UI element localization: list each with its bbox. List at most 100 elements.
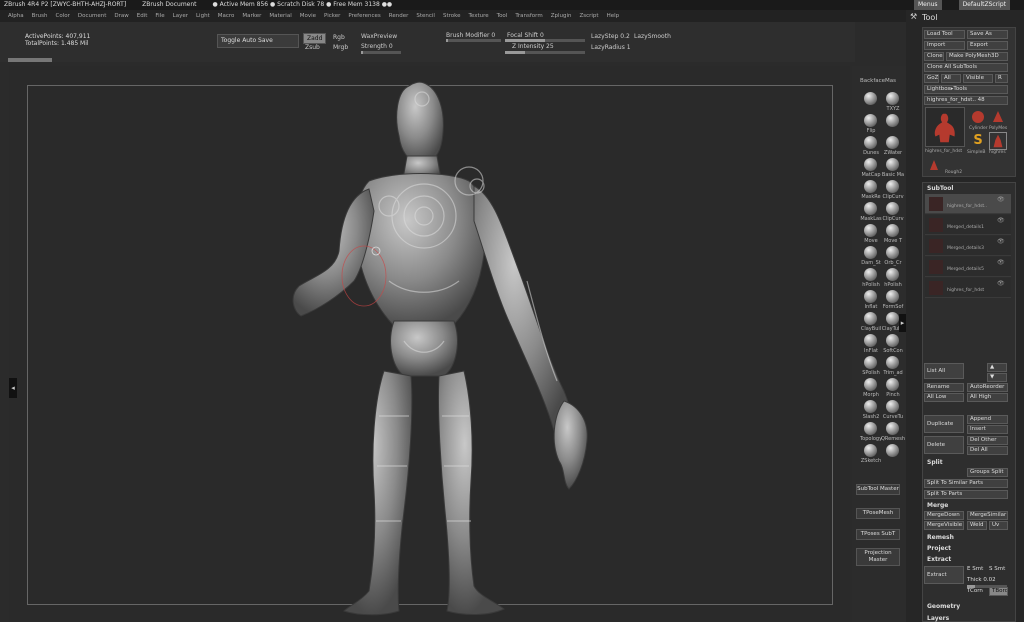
split-to-similar-parts-button[interactable]: Split To Similar Parts [924,479,1008,488]
geometry-section[interactable]: Geometry [927,603,960,610]
menu-light[interactable]: Light [196,13,210,19]
shelf-brush-icon-32[interactable] [864,444,877,457]
current-tool-thumbnail[interactable] [925,107,965,147]
weld-button[interactable]: Weld [967,521,987,530]
projection-master-button[interactable]: Projection Master [856,548,900,566]
menu-draw[interactable]: Draw [114,13,128,19]
subtool-header[interactable]: SubTool [927,185,953,192]
load-tool-button[interactable]: Load Tool [924,30,965,39]
subtool-row-0[interactable]: 👁 highres_for_hdst.. [925,194,1011,214]
strength-slider-track[interactable] [361,51,401,54]
duplicate-button[interactable]: Duplicate [924,415,964,433]
shelf-brush-icon-17[interactable] [886,268,899,281]
focal-shift-slider[interactable]: Focal Shift 0 [507,32,544,39]
shelf-brush-icon-28[interactable] [864,400,877,413]
project-section[interactable]: Project [927,545,951,552]
menu-zplugin[interactable]: Zplugin [551,13,572,19]
shelf-brush-icon-0[interactable] [864,92,877,105]
subtool-row-4[interactable]: 👁 highres_for_hdst [925,278,1011,298]
lightbox-tools-button[interactable]: Lightbox▸Tools [924,85,1008,94]
shelf-brush-icon-15[interactable] [886,246,899,259]
rename-button[interactable]: Rename [924,383,964,392]
menu-help[interactable]: Help [607,13,620,19]
menu-render[interactable]: Render [389,13,409,19]
insert-button[interactable]: Insert [967,425,1008,434]
menu-stroke[interactable]: Stroke [443,13,461,19]
groups-split-button[interactable]: Groups Split [967,468,1008,477]
shelf-brush-icon-2[interactable] [864,114,877,127]
menu-macro[interactable]: Macro [218,13,235,19]
shelf-brush-icon-25[interactable] [886,356,899,369]
rough-tool-thumbnail[interactable] [927,157,941,171]
shelf-brush-icon-13[interactable] [886,224,899,237]
right-tray-toggle-icon[interactable]: ▸ [899,314,906,332]
zadd-button[interactable]: Zadd [303,33,327,44]
shelf-brush-icon-7[interactable] [886,158,899,171]
tposemesh-button[interactable]: TPoseMesh [856,508,900,519]
shelf-brush-icon-26[interactable] [864,378,877,391]
menu-marker[interactable]: Marker [242,13,261,19]
shelf-brush-icon-10[interactable] [864,202,877,215]
shelf-brush-icon-1[interactable] [886,92,899,105]
menus-button[interactable]: Menus [913,0,942,10]
menu-preferences[interactable]: Preferences [348,13,380,19]
shelf-brush-icon-3[interactable] [886,114,899,127]
delete-button[interactable]: Delete [924,436,964,454]
menu-file[interactable]: File [155,13,164,19]
shelf-brush-icon-11[interactable] [886,202,899,215]
clone-all-subtools-button[interactable]: Clone All SubTools [924,63,1008,72]
brush-modifier-track[interactable] [446,39,501,42]
mergesimilar-button[interactable]: MergeSimilar [967,511,1008,520]
export-button[interactable]: Export [967,41,1008,50]
shelf-brush-icon-18[interactable] [864,290,877,303]
del-all-button[interactable]: Del All [967,446,1008,455]
strength-slider[interactable]: Strength 0 [361,43,393,50]
shelf-brush-icon-16[interactable] [864,268,877,281]
autoreorder-button[interactable]: AutoReorder [967,383,1008,392]
shelf-brush-icon-24[interactable] [864,356,877,369]
visibility-eye-icon[interactable]: 👁 [997,196,1005,203]
make-polymesh-button[interactable]: Make PolyMesh3D [946,52,1008,61]
z-intensity-track[interactable] [505,51,585,54]
menu-picker[interactable]: Picker [324,13,340,19]
mergevisible-button[interactable]: MergeVisible [924,521,964,530]
default-zscript-button[interactable]: DefaultZScript [958,0,1010,10]
shelf-brush-icon-12[interactable] [864,224,877,237]
menu-transform[interactable]: Transform [515,13,542,19]
tposes-subt-button[interactable]: TPoses SubT [856,529,900,540]
list-all-button[interactable]: List All [924,363,964,379]
subtool-row-3[interactable]: 👁 Merged_details5 [925,257,1011,277]
menu-movie[interactable]: Movie [300,13,316,19]
lazyradius-slider[interactable]: LazyRadius 1 [591,44,631,51]
sculpted-figure-model[interactable] [279,71,609,621]
mergedown-button[interactable]: MergeDown [924,511,964,520]
r-button[interactable]: R [995,74,1008,83]
thick-slider[interactable]: Thick 0.02 [967,577,996,583]
shelf-brush-icon-30[interactable] [864,422,877,435]
lazystep-slider[interactable]: LazyStep 0.2 [591,33,630,40]
remesh-section[interactable]: Remesh [927,534,954,541]
tborder-toggle[interactable]: TBorder [989,587,1008,596]
all-high-button[interactable]: All High [967,393,1008,402]
shelf-brush-icon-29[interactable] [886,400,899,413]
shelf-brush-icon-21[interactable] [886,312,899,325]
backface-mask-button[interactable]: BackfaceMas [855,78,901,84]
menu-stencil[interactable]: Stencil [416,13,435,19]
all-button[interactable]: All [941,74,961,83]
shelf-brush-icon-14[interactable] [864,246,877,259]
e-smt-toggle[interactable]: E Smt [967,566,983,572]
tcorn-toggle[interactable]: TCorn [967,588,983,594]
shelf-brush-icon-31[interactable] [886,422,899,435]
uv-button[interactable]: Uv [989,521,1008,530]
mrgb-button[interactable]: Mrgb [333,44,348,51]
visibility-eye-icon[interactable]: 👁 [997,238,1005,245]
shelf-brush-icon-19[interactable] [886,290,899,303]
current-tool-slider[interactable]: highres_for_hdst.. 48 [924,96,1008,105]
merge-section[interactable]: Merge [927,502,948,509]
visibility-eye-icon[interactable]: 👁 [997,217,1005,224]
split-section[interactable]: Split [927,459,943,466]
goz-button[interactable]: GoZ [924,74,939,83]
shelf-brush-icon-22[interactable] [864,334,877,347]
subtool-down-icon[interactable]: ▼ [987,373,1007,382]
shelf-brush-icon-20[interactable] [864,312,877,325]
